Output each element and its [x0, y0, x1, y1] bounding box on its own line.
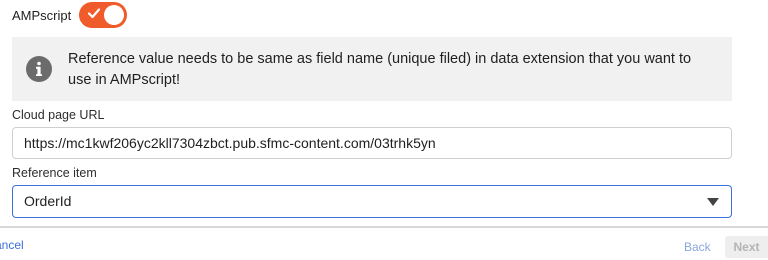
banner-message: Reference value needs to be same as fiel…: [68, 51, 692, 88]
cloud-page-url-input[interactable]: [12, 127, 732, 159]
ampscript-settings-panel: AMPscript Reference value needs to be sa…: [0, 0, 768, 260]
reference-item-label: Reference item: [12, 166, 97, 180]
info-banner: Reference value needs to be same as fiel…: [12, 37, 732, 101]
ampscript-toggle[interactable]: [79, 2, 128, 28]
footer-divider: [0, 226, 768, 228]
toggle-knob: [104, 5, 125, 25]
reference-item-select[interactable]: OrderId: [12, 185, 732, 218]
next-button[interactable]: Next: [725, 236, 768, 258]
cloud-page-url-label: Cloud page URL: [12, 108, 105, 122]
ampscript-label: AMPscript: [12, 7, 72, 23]
check-icon: [88, 8, 101, 19]
info-icon: [26, 56, 52, 82]
caret-down-icon: [707, 198, 719, 206]
ampscript-toggle-row: AMPscript: [12, 2, 128, 28]
back-button[interactable]: Back: [684, 240, 711, 254]
reference-item-value: OrderId: [24, 193, 72, 209]
cancel-link[interactable]: ancel: [0, 238, 24, 252]
